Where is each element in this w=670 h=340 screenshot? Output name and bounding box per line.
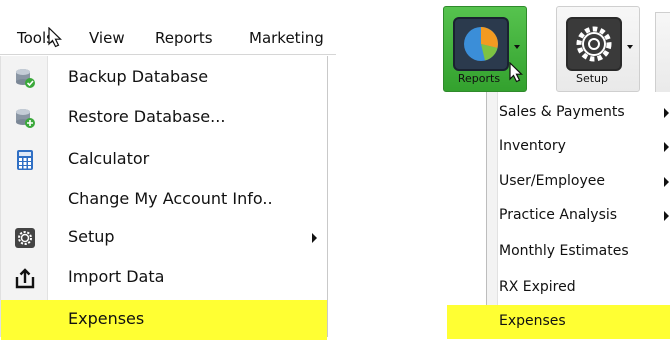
menu-item-setup[interactable]: Setup (1, 218, 327, 258)
menu-item-label: Monthly Estimates (499, 243, 629, 259)
menu-item-label: RX Expired (499, 279, 576, 295)
menu-reports[interactable]: Reports (155, 29, 213, 47)
menu-item-label: Calculator (68, 149, 150, 168)
mouse-pointer-icon (509, 62, 523, 83)
menu-item-label: Restore Database... (68, 107, 226, 126)
setup-button-label: Setup (575, 72, 609, 85)
gear-icon (566, 17, 622, 71)
import-icon (14, 267, 36, 289)
pie-chart-icon (453, 17, 509, 71)
menu-view[interactable]: View (89, 29, 125, 47)
menu-item-label: Sales & Payments (499, 104, 625, 120)
reports-dropdown: Sales & Payments Inventory User/Employee… (447, 92, 670, 339)
menu-item-label: Expenses (68, 309, 145, 328)
mouse-pointer-icon (48, 27, 62, 48)
menu-marketing[interactable]: Marketing (249, 29, 324, 47)
menu-item-backup-database[interactable]: Backup Database (1, 58, 327, 98)
dropdown-caret-icon[interactable] (627, 45, 633, 49)
calculator-icon (14, 149, 36, 171)
menu-item-import-data[interactable]: Import Data (1, 258, 327, 298)
database-restore-icon (14, 107, 36, 129)
menu-item-restore-database[interactable]: Restore Database... (1, 98, 327, 138)
menu-item-sales-payments[interactable]: Sales & Payments (487, 96, 670, 130)
menu-item-monthly-estimates[interactable]: Monthly Estimates (487, 235, 670, 269)
setup-button[interactable]: Setup (556, 6, 640, 92)
ribbon-bar: Reports Setup (436, 6, 670, 98)
menu-item-label: User/Employee (499, 173, 605, 189)
menu-item-expenses[interactable]: Expenses (447, 305, 670, 339)
menu-item-label: Expenses (499, 313, 566, 329)
menu-item-rx-expired[interactable]: RX Expired (487, 271, 670, 305)
submenu-arrow-icon (664, 177, 669, 187)
menu-item-practice-analysis[interactable]: Practice Analysis (487, 199, 670, 233)
menu-item-label: Import Data (68, 267, 165, 286)
submenu-arrow-icon (664, 211, 669, 221)
menu-item-change-account-info[interactable]: Change My Account Info.. (1, 180, 327, 220)
menu-item-label: Practice Analysis (499, 207, 618, 223)
submenu-arrow-icon (664, 142, 669, 152)
menu-item-expenses[interactable]: Expenses (1, 300, 327, 340)
menu-item-label: Change My Account Info.. (68, 189, 273, 208)
menu-item-label: Backup Database (68, 67, 209, 86)
dropdown-caret-icon[interactable] (514, 45, 520, 49)
partial-ribbon-button[interactable] (655, 12, 670, 98)
menu-item-label: Setup (68, 227, 115, 246)
submenu-arrow-icon (312, 233, 317, 243)
menu-item-label: Inventory (499, 138, 566, 154)
gear-icon (14, 227, 36, 249)
tools-menu-panel: Tools View Reports Marketing Backup Data… (0, 0, 336, 340)
menu-item-calculator[interactable]: Calculator (1, 140, 327, 180)
tools-dropdown: Backup Database Restore Database... Calc… (0, 56, 328, 340)
reports-ribbon-panel: Reports Setup Sales & Payments Inventory… (436, 0, 670, 339)
menu-item-user-employee[interactable]: User/Employee (487, 165, 670, 199)
submenu-arrow-icon (664, 108, 669, 118)
database-backup-icon (14, 67, 36, 89)
reports-button-label: Reports (457, 72, 501, 85)
menu-item-inventory[interactable]: Inventory (487, 130, 670, 164)
